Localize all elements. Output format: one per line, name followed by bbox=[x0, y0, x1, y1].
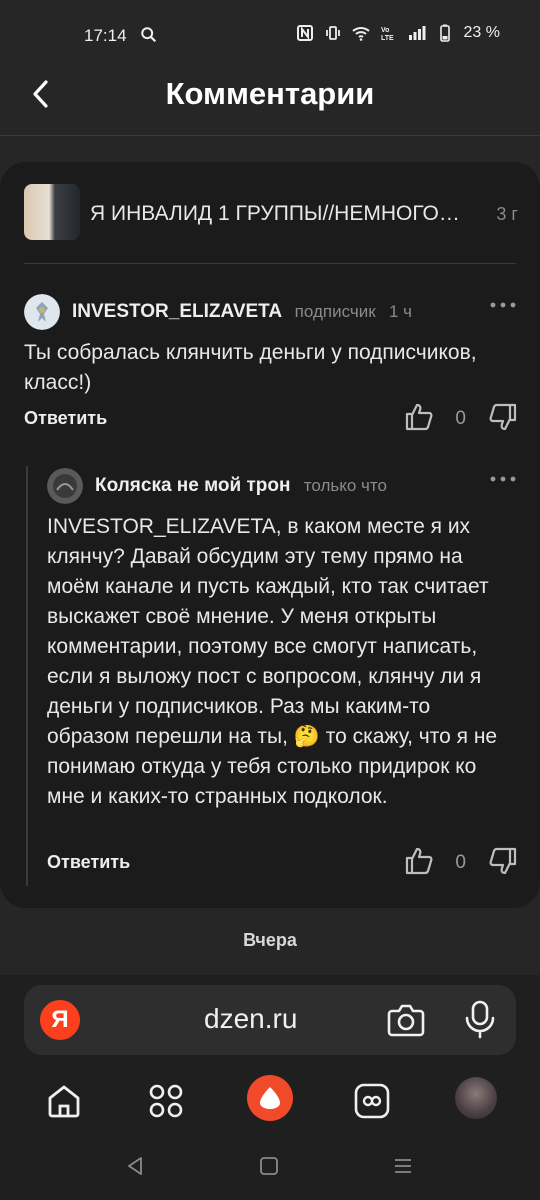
comment: INVESTOR_ELIZAVETA подписчик 1 ч Ты собр… bbox=[24, 294, 518, 434]
home-icon[interactable] bbox=[44, 1081, 84, 1121]
camera-icon[interactable] bbox=[386, 1001, 426, 1039]
top-bar: Комментарии bbox=[0, 60, 540, 136]
reply-button[interactable]: Ответить bbox=[24, 408, 107, 429]
comment-time: только что bbox=[303, 476, 387, 495]
post-thumbnail bbox=[24, 184, 80, 240]
thumbs-down-icon[interactable] bbox=[488, 846, 518, 876]
more-icon[interactable] bbox=[488, 300, 518, 310]
browser-bar: Я dzen.ru bbox=[0, 975, 540, 1200]
reply-button[interactable]: Ответить bbox=[47, 852, 130, 873]
comment-reply: Коляска не мой трон только что INVESTOR_… bbox=[47, 468, 518, 882]
post-title: Я ИНВАЛИД 1 ГРУППЫ//НЕМНОГО… bbox=[90, 202, 460, 225]
signal-icon bbox=[408, 26, 426, 40]
svg-text:LTE: LTE bbox=[381, 35, 394, 42]
date-separator: Вчера bbox=[243, 930, 297, 950]
vpn-icon[interactable] bbox=[352, 1081, 392, 1121]
svg-text:Vo: Vo bbox=[381, 27, 389, 34]
battery-icon bbox=[439, 24, 450, 42]
like-count: 0 bbox=[455, 852, 466, 873]
url-text[interactable]: dzen.ru bbox=[204, 1003, 297, 1035]
thumbs-down-icon[interactable] bbox=[488, 402, 518, 432]
system-nav bbox=[0, 1145, 540, 1185]
divider bbox=[24, 263, 516, 264]
alice-button[interactable] bbox=[247, 1075, 293, 1121]
comments-card: Я ИНВАЛИД 1 ГРУППЫ//НЕМНОГО… 3 г INVESTO… bbox=[0, 162, 540, 908]
microphone-icon[interactable] bbox=[460, 999, 500, 1039]
thumbs-up-icon[interactable] bbox=[404, 402, 434, 432]
vibrate-icon bbox=[325, 26, 340, 40]
battery-percent: 23 % bbox=[463, 24, 500, 41]
comment-time: 1 ч bbox=[388, 302, 413, 321]
apps-icon[interactable] bbox=[146, 1081, 186, 1121]
thumbs-up-icon[interactable] bbox=[404, 846, 434, 876]
comment-author[interactable]: Коляска не мой трон только что bbox=[95, 475, 387, 497]
comment-header: INVESTOR_ELIZAVETA подписчик 1 ч bbox=[24, 294, 518, 330]
comment-text: INVESTOR_ELIZAVETA, в каком месте я их к… bbox=[47, 515, 498, 808]
thread-line bbox=[26, 466, 28, 886]
nfc-icon bbox=[296, 25, 313, 41]
like-count: 0 bbox=[455, 408, 466, 429]
wifi-icon bbox=[351, 27, 370, 41]
comment-actions: Ответить 0 bbox=[24, 402, 518, 438]
bottom-nav bbox=[0, 1075, 540, 1129]
status-icons: Vo LTE 23 % bbox=[296, 24, 500, 42]
yandex-logo[interactable]: Я bbox=[40, 1000, 80, 1040]
profile-avatar[interactable] bbox=[455, 1077, 497, 1119]
comment-actions: Ответить 0 bbox=[47, 846, 518, 882]
post-link[interactable]: Я ИНВАЛИД 1 ГРУППЫ//НЕМНОГО… 3 г bbox=[24, 184, 518, 246]
author-name: INVESTOR_ELIZAVETA bbox=[72, 301, 282, 322]
post-age: 3 г bbox=[496, 204, 518, 224]
search-icon bbox=[141, 27, 157, 43]
avatar[interactable] bbox=[47, 468, 83, 504]
status-time: 17:14 bbox=[84, 26, 127, 45]
author-name: Коляска не мой трон bbox=[95, 475, 291, 496]
avatar[interactable] bbox=[24, 294, 60, 330]
back-triangle-icon[interactable] bbox=[124, 1155, 146, 1177]
volte-icon: VoLTE bbox=[381, 27, 394, 42]
page-title: Комментарии bbox=[165, 76, 375, 111]
address-bar[interactable]: Я dzen.ru bbox=[24, 985, 516, 1055]
alice-icon bbox=[260, 1087, 280, 1109]
more-icon[interactable] bbox=[488, 474, 518, 484]
home-square-icon[interactable] bbox=[258, 1155, 280, 1177]
recents-icon[interactable] bbox=[392, 1155, 414, 1177]
comment-author[interactable]: INVESTOR_ELIZAVETA подписчик 1 ч bbox=[72, 301, 412, 323]
comment-text: Ты собралась клянчить деньги у подписчик… bbox=[24, 341, 477, 394]
author-badge: подписчик bbox=[294, 302, 376, 321]
comment-header: Коляска не мой трон только что bbox=[47, 468, 518, 504]
status-bar: 17:14 Vo LTE 23 % bbox=[0, 0, 540, 60]
